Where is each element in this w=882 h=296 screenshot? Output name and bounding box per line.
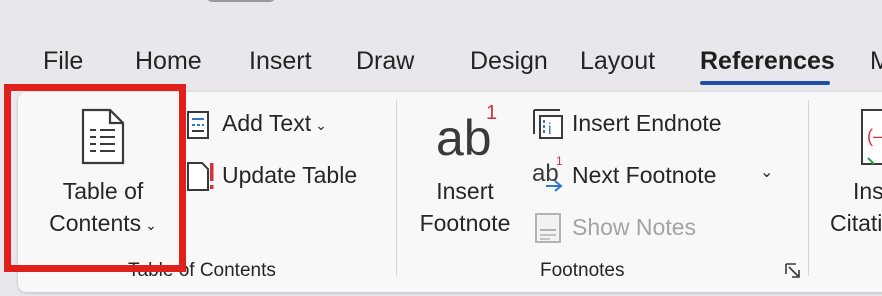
add-text-button[interactable]: Add Text ⌄ xyxy=(186,106,356,142)
tab-insert[interactable]: Insert xyxy=(249,44,312,78)
insert-citation-button[interactable]: (– Ins Citati xyxy=(826,100,882,250)
chevron-down-icon: ⌄ xyxy=(760,164,774,181)
add-text-text: Add Text xyxy=(222,110,312,136)
group-separator xyxy=(808,100,809,276)
add-text-icon xyxy=(187,111,209,139)
tab-design[interactable]: Design xyxy=(470,44,548,78)
insert-footnote-button[interactable]: ab 1 Insert Footnote xyxy=(410,100,520,250)
tab-file[interactable]: File xyxy=(43,44,83,78)
highlight-annotation-box xyxy=(4,84,186,272)
insert-footnote-label-line1: Insert xyxy=(436,178,494,204)
footnote-superscript: 1 xyxy=(486,102,498,124)
tab-mailings[interactable]: M xyxy=(870,44,882,78)
insert-citation-label-line1: Ins xyxy=(853,178,882,204)
insert-endnote-button[interactable]: i Insert Endnote xyxy=(532,106,742,142)
show-notes-label: Show Notes xyxy=(572,214,697,240)
next-footnote-dropdown[interactable]: ⌄ xyxy=(756,160,780,192)
group-separator xyxy=(396,100,397,276)
chevron-down-icon: ⌄ xyxy=(315,116,327,133)
ribbon-tab-bar: File Home Insert Draw Design Layout Refe… xyxy=(0,0,882,90)
update-table-button[interactable]: Update Table xyxy=(186,158,376,194)
update-table-icon xyxy=(187,162,214,191)
tab-layout[interactable]: Layout xyxy=(580,44,655,78)
arrow-icon xyxy=(546,180,563,192)
footnote-ab-glyph: ab xyxy=(436,110,492,166)
insert-citation-label-line2: Citati xyxy=(830,210,882,236)
footnote-ab-icon: ab 1 xyxy=(436,102,506,168)
insert-footnote-label-line2: Footnote xyxy=(419,210,511,236)
tab-draw[interactable]: Draw xyxy=(356,44,414,78)
insert-endnote-label: Insert Endnote xyxy=(572,110,722,136)
dialog-launcher-icon[interactable] xyxy=(784,262,802,280)
endnote-glyph: i xyxy=(548,121,552,138)
group-label-footnotes: Footnotes xyxy=(540,260,625,281)
active-tab-indicator xyxy=(700,81,830,85)
insert-endnote-icon: i xyxy=(533,109,563,139)
update-table-label: Update Table xyxy=(222,162,358,188)
show-notes-button[interactable]: Show Notes xyxy=(532,210,732,246)
tab-references[interactable]: References xyxy=(700,44,835,78)
next-footnote-label: Next Footnote xyxy=(572,162,717,188)
citation-icon: (– xyxy=(861,109,882,165)
show-notes-icon xyxy=(535,213,561,243)
citation-paren-glyph: (– xyxy=(867,126,882,146)
add-text-label: Add Text ⌄ xyxy=(222,108,327,140)
tab-home[interactable]: Home xyxy=(135,44,202,78)
next-footnote-icon: ab 1 xyxy=(532,154,568,194)
next-footnote-button[interactable]: ab 1 Next Footnote xyxy=(532,154,732,194)
next-footnote-superscript: 1 xyxy=(556,154,563,168)
